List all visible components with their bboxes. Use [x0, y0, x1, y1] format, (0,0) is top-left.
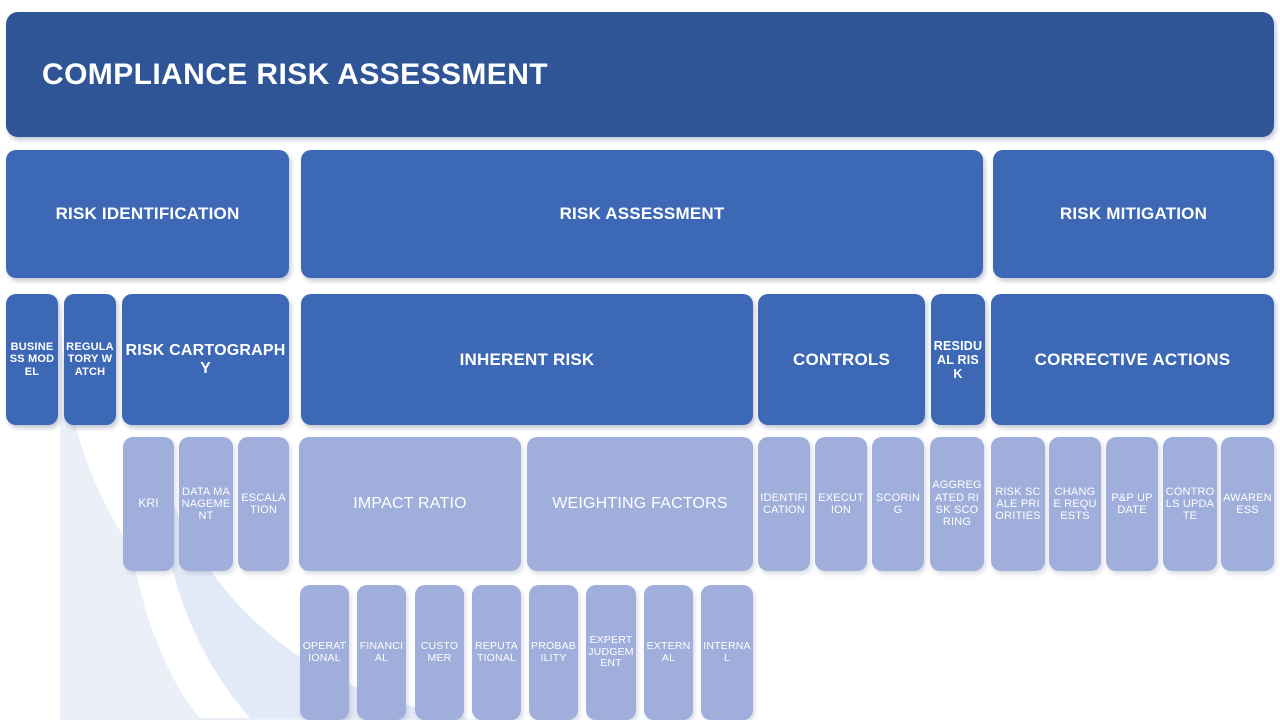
activity-label: DATA MANAGEMENT: [181, 485, 231, 523]
activity-risk-scale-priorities[interactable]: RISK SCALE PRIORITIES: [991, 437, 1045, 571]
criterion-label: PROBABILITY: [531, 639, 576, 664]
criterion-label: INTERNAL: [703, 639, 751, 664]
criterion-label: REPUTATIONAL: [474, 639, 518, 664]
activity-weighting-factors[interactable]: WEIGHTING FACTORS: [527, 437, 753, 571]
subprocess-controls[interactable]: CONTROLS: [758, 294, 925, 425]
phase-label: RISK IDENTIFICATION: [55, 204, 240, 224]
criterion-expert-judgement[interactable]: EXPERT JUDGEMENT: [586, 585, 636, 720]
activity-aggregated-risk-scoring[interactable]: AGGREGATED RISK SCORING: [930, 437, 984, 571]
activity-label: CONTROLS UPDATE: [1165, 485, 1215, 523]
phase-label: RISK MITIGATION: [1059, 204, 1208, 224]
subprocess-label: CORRECTIVE ACTIONS: [1034, 349, 1231, 369]
activity-label: AGGREGATED RISK SCORING: [932, 479, 982, 529]
subprocess-risk-cartography[interactable]: RISK CARTOGRAPHY: [122, 294, 289, 425]
criterion-reputational[interactable]: REPUTATIONAL: [472, 585, 521, 720]
activity-identification[interactable]: IDENTIFICATION: [758, 437, 810, 571]
activity-label: AWARENESS: [1223, 491, 1272, 516]
criterion-internal[interactable]: INTERNAL: [701, 585, 753, 720]
activity-escalation[interactable]: ESCALATION: [238, 437, 289, 571]
subprocess-label: RISK CARTOGRAPHY: [125, 341, 286, 377]
criterion-external[interactable]: EXTERNAL: [644, 585, 693, 720]
activity-change-requests[interactable]: CHANGE REQUESTS: [1049, 437, 1101, 571]
activity-label: P&P UPDATE: [1111, 491, 1153, 516]
subprocess-business-model[interactable]: BUSINESS MODEL: [6, 294, 58, 425]
criterion-operational[interactable]: OPERATIONAL: [300, 585, 349, 720]
subprocess-label: RESIDUAL RISK: [933, 338, 983, 381]
subprocess-label: CONTROLS: [793, 349, 890, 369]
activity-kri[interactable]: KRI: [123, 437, 174, 571]
activity-label: RISK SCALE PRIORITIES: [995, 485, 1041, 523]
activity-data-management[interactable]: DATA MANAGEMENT: [179, 437, 233, 571]
criterion-customer[interactable]: CUSTOMER: [415, 585, 464, 720]
subprocess-label: INHERENT RISK: [459, 349, 595, 369]
activity-label: WEIGHTING FACTORS: [552, 495, 728, 513]
criterion-financial[interactable]: FINANCIAL: [357, 585, 406, 720]
subprocess-label: REGULATORY WATCH: [66, 341, 114, 378]
subprocess-label: BUSINESS MODEL: [9, 341, 55, 378]
activity-label: KRI: [138, 496, 159, 511]
slide-title-banner: COMPLIANCE RISK ASSESSMENT: [6, 12, 1274, 137]
activity-label: ESCALATION: [241, 491, 286, 516]
activity-impact-ratio[interactable]: IMPACT RATIO: [299, 437, 521, 571]
criterion-label: CUSTOMER: [420, 639, 459, 664]
criterion-label: EXTERNAL: [646, 639, 691, 664]
subprocess-corrective-actions[interactable]: CORRECTIVE ACTIONS: [991, 294, 1274, 425]
page-title: COMPLIANCE RISK ASSESSMENT: [42, 57, 549, 91]
activity-controls-update[interactable]: CONTROLS UPDATE: [1163, 437, 1217, 571]
phase-label: RISK ASSESSMENT: [559, 204, 725, 224]
subprocess-residual-risk[interactable]: RESIDUAL RISK: [931, 294, 985, 425]
activity-label: CHANGE REQUESTS: [1053, 485, 1097, 523]
activity-scoring[interactable]: SCORING: [872, 437, 924, 571]
activity-label: SCORING: [876, 491, 920, 516]
activity-execution[interactable]: EXECUTION: [815, 437, 867, 571]
phase-risk-assessment[interactable]: RISK ASSESSMENT: [301, 150, 983, 278]
criterion-label: FINANCIAL: [359, 639, 404, 664]
slide-canvas: COMPLIANCE RISK ASSESSMENT RISK IDENTIFI…: [0, 0, 1280, 720]
activity-label: EXECUTION: [818, 491, 864, 516]
phase-risk-identification[interactable]: RISK IDENTIFICATION: [6, 150, 289, 278]
activity-label: IDENTIFICATION: [760, 491, 808, 516]
activity-label: IMPACT RATIO: [353, 495, 467, 513]
subprocess-inherent-risk[interactable]: INHERENT RISK: [301, 294, 753, 425]
criterion-label: OPERATIONAL: [302, 639, 347, 664]
subprocess-regulatory-watch[interactable]: REGULATORY WATCH: [64, 294, 116, 425]
phase-risk-mitigation[interactable]: RISK MITIGATION: [993, 150, 1274, 278]
activity-pp-update[interactable]: P&P UPDATE: [1106, 437, 1158, 571]
criterion-label: EXPERT JUDGEMENT: [588, 633, 634, 670]
activity-awareness[interactable]: AWARENESS: [1221, 437, 1274, 571]
criterion-probability[interactable]: PROBABILITY: [529, 585, 578, 720]
